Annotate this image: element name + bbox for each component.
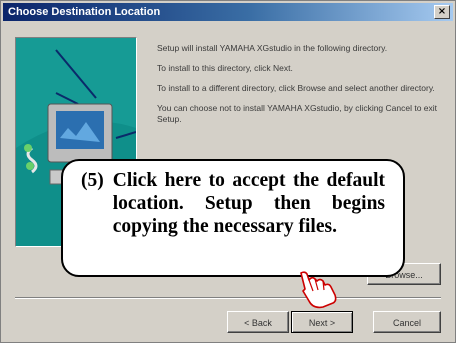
callout-step-number: (5) [81,170,104,191]
next-button[interactable]: Next > [291,311,353,333]
cancel-button[interactable]: Cancel [373,311,441,333]
title-bar: Choose Destination Location × [3,3,453,21]
instruction-callout: (5) Click here to accept the default loc… [61,159,405,277]
instruction-line: Setup will install YAMAHA XGstudio in th… [157,43,388,53]
instructions-text: Setup will install YAMAHA XGstudio in th… [157,43,445,134]
callout-text: Click here to accept the default locatio… [112,170,385,237]
separator [15,297,441,299]
instruction-line: To install to a different directory, cli… [157,83,435,93]
back-button[interactable]: < Back [227,311,289,333]
instruction-line: You can choose not to install YAMAHA XGs… [157,103,438,124]
setup-dialog: Choose Destination Location × Setup will… [0,0,456,343]
instruction-line: To install to this directory, click Next… [157,63,293,73]
close-button[interactable]: × [434,5,450,19]
window-title: Choose Destination Location [8,6,161,18]
hand-pointer-icon [293,271,339,311]
